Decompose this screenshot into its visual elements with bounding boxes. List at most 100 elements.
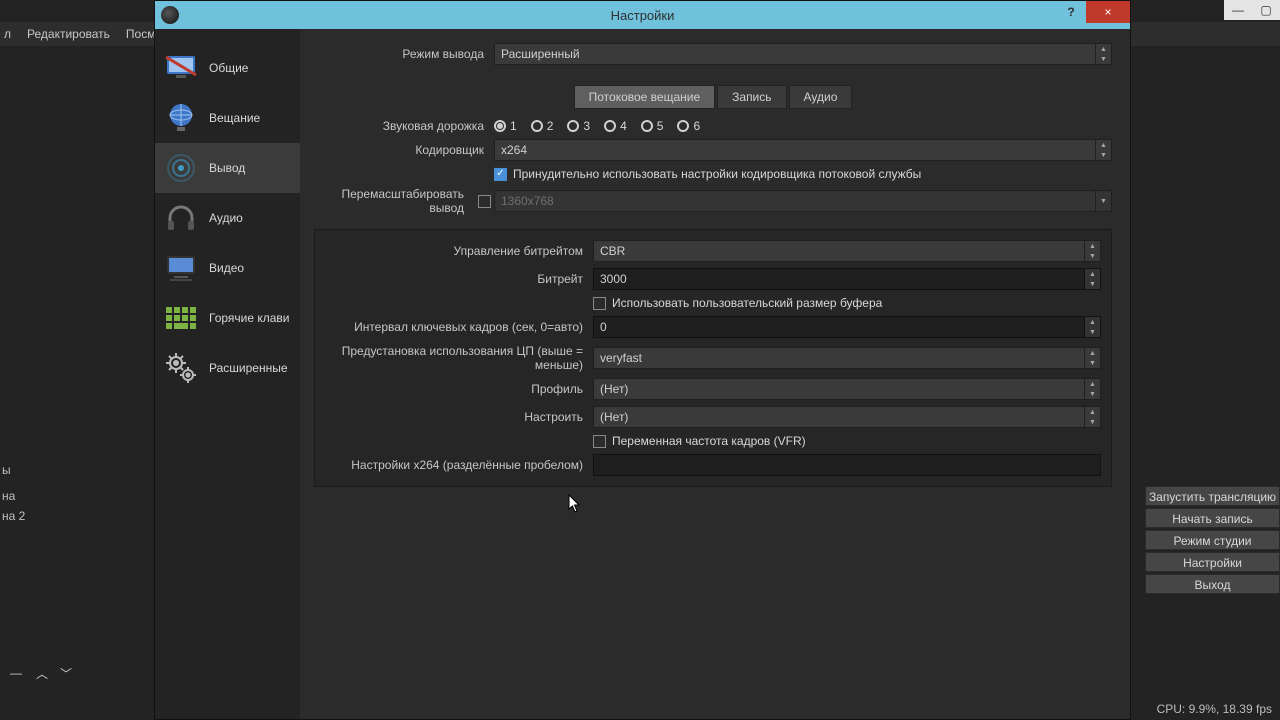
- step-up-icon[interactable]: ▲: [1085, 317, 1100, 327]
- chevron-down-icon[interactable]: ﹀: [58, 665, 74, 681]
- start-stream-button[interactable]: Запустить трансляцию: [1145, 486, 1280, 506]
- chevron-up-icon[interactable]: ▲: [1085, 407, 1100, 417]
- preset-combo[interactable]: veryfast ▲▼: [593, 347, 1101, 369]
- rescale-checkbox[interactable]: [478, 195, 491, 208]
- output-mode-combo[interactable]: Расширенный ▲▼: [494, 43, 1112, 65]
- custom-buffer-checkbox[interactable]: [593, 297, 606, 310]
- signal-icon: [163, 150, 199, 186]
- chevron-down-icon[interactable]: ▼: [1085, 358, 1100, 368]
- output-subtabs: Потоковое вещание Запись Аудио: [314, 85, 1112, 109]
- x264opts-label: Настройки x264 (разделённые пробелом): [325, 458, 593, 472]
- sidebar-label: Общие: [209, 61, 248, 75]
- settings-titlebar[interactable]: Настройки ? ×: [155, 1, 1130, 29]
- chevron-down-icon[interactable]: ▼: [1085, 417, 1100, 427]
- tab-audio[interactable]: Аудио: [789, 85, 853, 109]
- x264opts-input[interactable]: [593, 454, 1101, 476]
- enforce-encoder-label: Принудительно использовать настройки код…: [513, 167, 921, 181]
- audio-track-4[interactable]: 4: [604, 119, 627, 133]
- sidebar-label: Расширенные: [209, 361, 288, 375]
- list-item[interactable]: на: [2, 486, 145, 506]
- menu-edit[interactable]: Редактировать: [27, 27, 110, 41]
- bitrate-value: 3000: [600, 272, 627, 286]
- sidebar-item-hotkeys[interactable]: Горячие клави: [155, 293, 300, 343]
- rate-control-value: CBR: [600, 244, 625, 258]
- enforce-encoder-checkbox[interactable]: [494, 168, 507, 181]
- vfr-checkbox[interactable]: [593, 435, 606, 448]
- menu-file[interactable]: л: [4, 27, 11, 41]
- encoder-combo[interactable]: x264 ▲▼: [494, 139, 1112, 161]
- rescale-combo: 1360x768 ▼: [494, 190, 1112, 212]
- chevron-up-icon[interactable]: ▲: [1085, 379, 1100, 389]
- chevron-down-icon: ▼: [1096, 191, 1111, 211]
- keyboard-icon: [163, 300, 199, 336]
- chevron-down-icon[interactable]: ▼: [1085, 251, 1100, 261]
- globe-icon: [163, 100, 199, 136]
- tab-streaming[interactable]: Потоковое вещание: [574, 85, 716, 109]
- sidebar-item-output[interactable]: Вывод: [155, 143, 300, 193]
- sidebar-label: Горячие клави: [209, 311, 290, 325]
- chevron-up-icon[interactable]: ▲: [1085, 241, 1100, 251]
- step-down-icon[interactable]: ▼: [1085, 327, 1100, 337]
- audio-track-radios: 1 2 3 4 5 6: [494, 119, 1112, 133]
- studio-mode-button[interactable]: Режим студии: [1145, 530, 1280, 550]
- sidebar-item-advanced[interactable]: Расширенные: [155, 343, 300, 393]
- sidebar-item-video[interactable]: Видео: [155, 243, 300, 293]
- keyint-value: 0: [600, 320, 607, 334]
- chevron-down-icon[interactable]: ▼: [1096, 150, 1111, 160]
- scene-list: ы на на 2: [0, 460, 145, 526]
- main-maximize-button[interactable]: ▢: [1252, 0, 1280, 20]
- encoder-label: Кодировщик: [314, 143, 494, 157]
- audio-track-6[interactable]: 6: [677, 119, 700, 133]
- chevron-up-icon[interactable]: ▲: [1085, 348, 1100, 358]
- start-record-button[interactable]: Начать запись: [1145, 508, 1280, 528]
- step-down-icon[interactable]: ▼: [1085, 279, 1100, 289]
- tune-value: (Нет): [600, 410, 628, 424]
- chevron-up-icon[interactable]: ︿: [34, 665, 50, 681]
- custom-buffer-label: Использовать пользовательский размер буф…: [612, 296, 882, 310]
- sidebar-item-audio[interactable]: Аудио: [155, 193, 300, 243]
- rate-control-label: Управление битрейтом: [325, 244, 593, 258]
- chevron-down-icon[interactable]: ▼: [1096, 54, 1111, 64]
- tab-recording[interactable]: Запись: [717, 85, 786, 109]
- close-button[interactable]: ×: [1086, 1, 1130, 23]
- main-minimize-button[interactable]: —: [1224, 0, 1252, 20]
- preset-label: Предустановка использования ЦП (выше = м…: [325, 344, 593, 372]
- chevron-down-icon[interactable]: ▼: [1085, 389, 1100, 399]
- profile-combo[interactable]: (Нет) ▲▼: [593, 378, 1101, 400]
- audio-track-2[interactable]: 2: [531, 119, 554, 133]
- sidebar-label: Аудио: [209, 211, 243, 225]
- help-button[interactable]: ?: [1056, 1, 1086, 23]
- step-up-icon[interactable]: ▲: [1085, 269, 1100, 279]
- sidebar-label: Вещание: [209, 111, 260, 125]
- vfr-label: Переменная частота кадров (VFR): [612, 434, 806, 448]
- settings-sidebar: Общие Вещание Вывод Аудио: [155, 29, 300, 719]
- audio-track-label: Звуковая дорожка: [314, 119, 494, 133]
- profile-value: (Нет): [600, 382, 628, 396]
- audio-track-1[interactable]: 1: [494, 119, 517, 133]
- keyint-input[interactable]: 0 ▲▼: [593, 316, 1101, 338]
- sidebar-label: Видео: [209, 261, 244, 275]
- keyint-label: Интервал ключевых кадров (сек, 0=авто): [325, 320, 593, 334]
- chevron-up-icon[interactable]: ▲: [1096, 140, 1111, 150]
- menu-view[interactable]: Посм: [126, 27, 156, 41]
- chevron-up-icon[interactable]: ▲: [1096, 44, 1111, 54]
- sidebar-item-stream[interactable]: Вещание: [155, 93, 300, 143]
- exit-button[interactable]: Выход: [1145, 574, 1280, 594]
- audio-track-5[interactable]: 5: [641, 119, 664, 133]
- bitrate-input[interactable]: 3000 ▲▼: [593, 268, 1101, 290]
- output-mode-label: Режим вывода: [314, 47, 494, 61]
- tune-combo[interactable]: (Нет) ▲▼: [593, 406, 1101, 428]
- display-icon: [163, 250, 199, 286]
- settings-button[interactable]: Настройки: [1145, 552, 1280, 572]
- monitor-icon: [163, 50, 199, 86]
- settings-content: Режим вывода Расширенный ▲▼ Потоковое ве…: [300, 29, 1130, 719]
- audio-track-3[interactable]: 3: [567, 119, 590, 133]
- controls-panel: Запустить трансляцию Начать запись Режим…: [1145, 486, 1280, 594]
- main-window-controls: — ▢: [1224, 0, 1280, 20]
- minus-icon[interactable]: —: [6, 664, 26, 682]
- rate-control-combo[interactable]: CBR ▲▼: [593, 240, 1101, 262]
- list-item[interactable]: на 2: [2, 506, 145, 526]
- sidebar-item-general[interactable]: Общие: [155, 43, 300, 93]
- status-bar: CPU: 9.9%, 18.39 fps: [1157, 702, 1272, 716]
- list-item[interactable]: ы: [2, 460, 145, 480]
